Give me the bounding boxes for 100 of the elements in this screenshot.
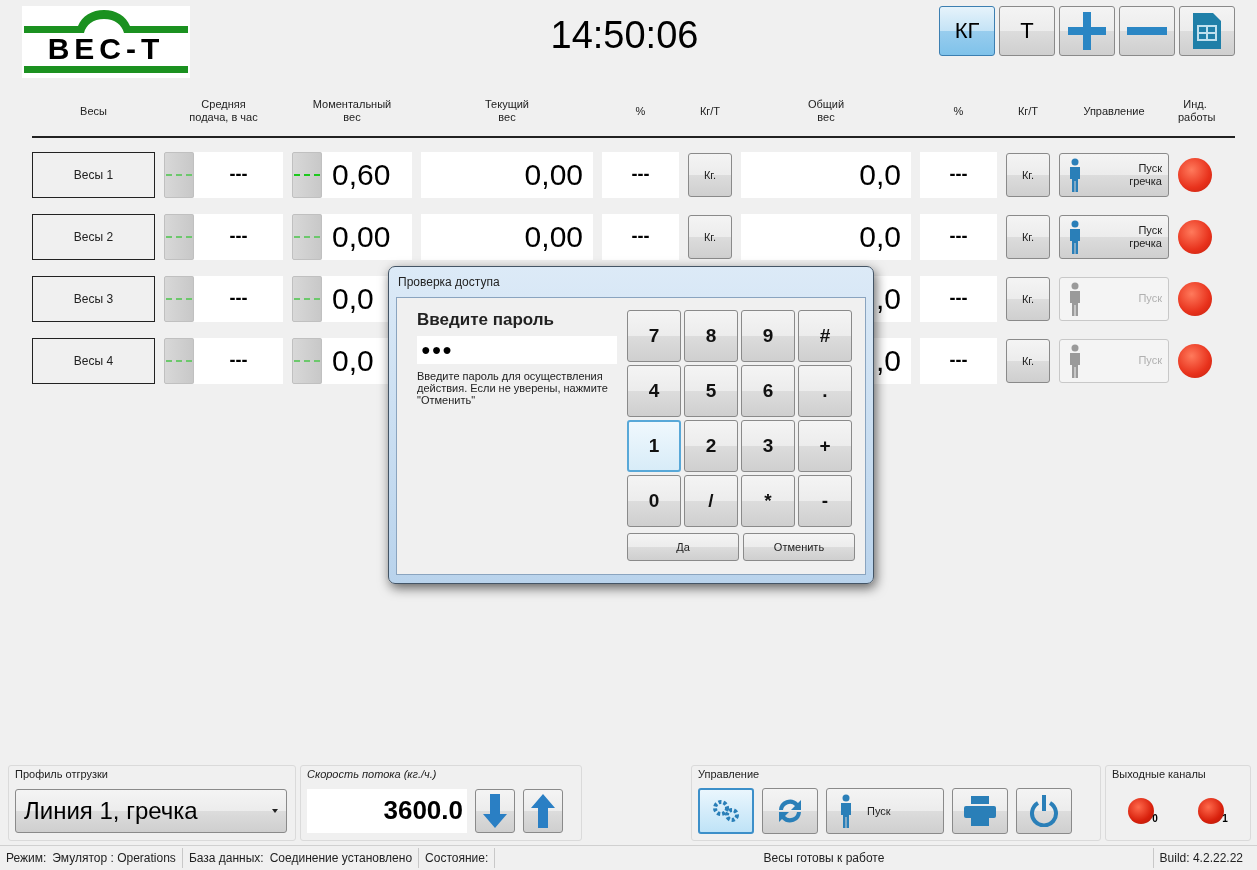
column-header: Общий вес [806, 98, 846, 124]
keypad-key[interactable]: 8 [684, 310, 738, 362]
speed-field[interactable]: 3600.0 [307, 788, 467, 833]
dialog-button[interactable]: Отменить [743, 533, 855, 561]
value-field: 0,00 [421, 151, 593, 198]
dialog-heading: Введите пароль [417, 310, 556, 330]
minus-icon [1127, 27, 1167, 35]
gears-icon [711, 798, 741, 823]
status-lamp [1178, 219, 1212, 254]
unit-button[interactable]: Кг. [688, 214, 732, 259]
column-header: Кг/Т [1016, 104, 1040, 118]
minus-button[interactable] [1119, 6, 1175, 56]
column-header: Текущий вес [484, 98, 530, 124]
value-field: 0,0 [741, 151, 911, 198]
scale-button[interactable]: Весы 3 [32, 275, 155, 322]
value-field: --- [920, 275, 997, 322]
keypad-key[interactable]: 0 [627, 475, 681, 527]
keypad-key[interactable]: / [684, 475, 738, 527]
channel-number: 0 [1152, 812, 1158, 824]
power-icon [1029, 794, 1059, 827]
status-label: Режим: [6, 851, 47, 865]
group-label: Скорость потока (кг./ч.) [307, 768, 438, 782]
value-field: --- [602, 213, 679, 260]
unit-button[interactable]: Т [999, 6, 1055, 56]
scale-button[interactable]: Весы 1 [32, 151, 155, 198]
arrow-down-icon [483, 793, 507, 828]
arrow-up-icon [531, 793, 555, 828]
column-header: Моментальный вес [311, 98, 393, 124]
dialog-button[interactable]: Да [627, 533, 739, 561]
keypad-key[interactable]: 5 [684, 365, 738, 417]
value-field: --- [194, 337, 283, 384]
person-icon [839, 793, 853, 828]
unit-button[interactable]: Кг. [1006, 276, 1050, 321]
password-field[interactable]: ●●● [417, 336, 617, 364]
scale-button[interactable]: Весы 4 [32, 337, 155, 384]
clock: 14:50:06 [549, 14, 700, 57]
person-icon [1068, 219, 1082, 254]
keypad-key[interactable]: - [798, 475, 852, 527]
power-button[interactable] [1016, 787, 1072, 834]
value-field: 0,0 [741, 213, 911, 260]
keypad-key[interactable]: 7 [627, 310, 681, 362]
status-text: Эмулятор : Operations [52, 851, 176, 865]
channel-number: 1 [1222, 812, 1228, 824]
start-button[interactable]: Пуск гречка [1059, 214, 1169, 259]
value-field: --- [920, 151, 997, 198]
dialog-hint: Введите пароль для осуществления действия. Если не уверены, нажмите "Отменить" [417, 370, 609, 406]
status-lamp [1178, 281, 1212, 316]
settings-button[interactable] [698, 787, 754, 834]
value-field: --- [194, 151, 283, 198]
keypad-key[interactable]: 9 [741, 310, 795, 362]
scale-button[interactable]: Весы 2 [32, 213, 155, 260]
start-button[interactable]: Пуск [826, 787, 944, 834]
value-field: --- [194, 275, 283, 322]
unit-button[interactable]: КГ [939, 6, 995, 56]
group-label: Управление [698, 768, 761, 782]
person-icon [1068, 157, 1082, 192]
value-field: 0,60 [322, 151, 412, 198]
status-lamp [1178, 343, 1212, 378]
start-button[interactable]: Пуск гречка [1059, 152, 1169, 197]
keypad-key[interactable]: + [798, 420, 852, 472]
printer-icon [964, 795, 996, 826]
value-field: 0,00 [421, 213, 593, 260]
logo-text: ВЕС-Т [47, 34, 165, 64]
unit-button[interactable]: Кг. [688, 152, 732, 197]
value-field: --- [194, 213, 283, 260]
increase-button[interactable] [523, 788, 563, 833]
keypad-key[interactable]: 3 [741, 420, 795, 472]
keypad-key[interactable]: 1 [627, 420, 681, 472]
group-label: Профиль отгрузки [15, 768, 109, 782]
channel-lamp [1198, 797, 1225, 824]
refresh-button[interactable] [762, 787, 818, 834]
value-field: 0,00 [322, 213, 412, 260]
group-label: Выходные каналы [1112, 768, 1207, 782]
column-header: Управление [1082, 104, 1146, 118]
unit-button[interactable]: Кг. [1006, 152, 1050, 197]
profile-dropdown[interactable]: Линия 1, гречка [15, 788, 287, 833]
status-text: Соединение установлено [269, 851, 413, 865]
status-label: База данных: [188, 851, 264, 865]
plus-icon [1068, 12, 1106, 50]
keypad-key[interactable]: 6 [741, 365, 795, 417]
status-label: Состояние: [425, 851, 489, 865]
table-button[interactable] [1179, 6, 1235, 56]
status-lamp [1178, 157, 1212, 192]
keypad-key[interactable]: # [798, 310, 852, 362]
keypad-key[interactable]: 4 [627, 365, 681, 417]
unit-button[interactable]: Кг. [1006, 214, 1050, 259]
value-field: --- [920, 213, 997, 260]
column-header: Весы [79, 104, 108, 118]
table-icon [1193, 13, 1221, 49]
keypad-key[interactable]: 2 [684, 420, 738, 472]
value-field: --- [920, 337, 997, 384]
build-text: Build: 4.2.22.22 [1159, 851, 1243, 865]
decrease-button[interactable] [475, 788, 515, 833]
keypad-key[interactable]: * [741, 475, 795, 527]
status-text: Весы готовы к работе [763, 851, 885, 865]
plus-button[interactable] [1059, 6, 1115, 56]
unit-button[interactable]: Кг. [1006, 338, 1050, 383]
print-button[interactable] [952, 787, 1008, 834]
person-icon [1068, 281, 1082, 316]
keypad-key[interactable]: . [798, 365, 852, 417]
